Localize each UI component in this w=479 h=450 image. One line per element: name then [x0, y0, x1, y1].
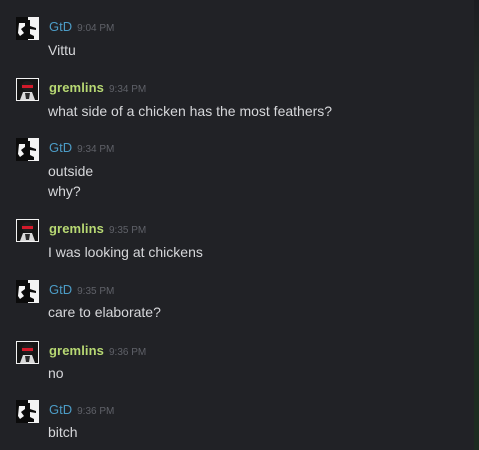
timestamp: 9:35 PM [77, 286, 115, 297]
author-name[interactable]: gremlins [49, 343, 104, 358]
message-text: Vittu [48, 42, 76, 58]
author-name[interactable]: GtD [49, 402, 72, 417]
message-header: gremlins 9:36 PM [49, 341, 146, 361]
gtd-avatar-icon[interactable] [16, 138, 39, 161]
message-text: what side of a chicken has the most feat… [48, 103, 333, 119]
message-text: no [48, 365, 64, 381]
window-edge [474, 0, 479, 450]
author-name[interactable]: GtD [49, 140, 72, 155]
message-text: I was looking at chickens [48, 244, 203, 260]
timestamp: 9:34 PM [77, 144, 115, 155]
author-name[interactable]: GtD [49, 19, 72, 34]
gremlins-avatar-icon[interactable] [16, 78, 39, 101]
author-name[interactable]: gremlins [49, 80, 104, 95]
message-text: why? [48, 183, 81, 199]
gtd-avatar-icon[interactable] [16, 17, 39, 40]
message-header: gremlins 9:35 PM [49, 219, 146, 239]
gtd-avatar-icon[interactable] [16, 280, 39, 303]
author-name[interactable]: GtD [49, 282, 72, 297]
message-text: outside [48, 163, 94, 179]
timestamp: 9:35 PM [108, 225, 147, 236]
chat-log: GtD 9:04 PM Vittu gremlins 9:34 PM what si… [0, 0, 474, 450]
gremlins-avatar-icon[interactable] [16, 219, 39, 242]
timestamp: 9:04 PM [77, 23, 115, 34]
message-header: GtD 9:34 PM [49, 138, 114, 158]
gtd-avatar-icon[interactable] [16, 400, 39, 423]
timestamp: 9:36 PM [77, 406, 115, 417]
message-text: care to elaborate? [48, 304, 161, 320]
gremlins-avatar-icon[interactable] [16, 341, 39, 364]
message-header: GtD 9:36 PM [49, 400, 114, 420]
author-name[interactable]: gremlins [49, 221, 104, 236]
message-header: GtD 9:04 PM [49, 17, 114, 37]
timestamp: 9:36 PM [108, 347, 147, 358]
message-text: bitch [48, 424, 78, 440]
message-header: gremlins 9:34 PM [49, 78, 146, 98]
message-header: GtD 9:35 PM [49, 280, 114, 300]
timestamp: 9:34 PM [108, 84, 147, 95]
